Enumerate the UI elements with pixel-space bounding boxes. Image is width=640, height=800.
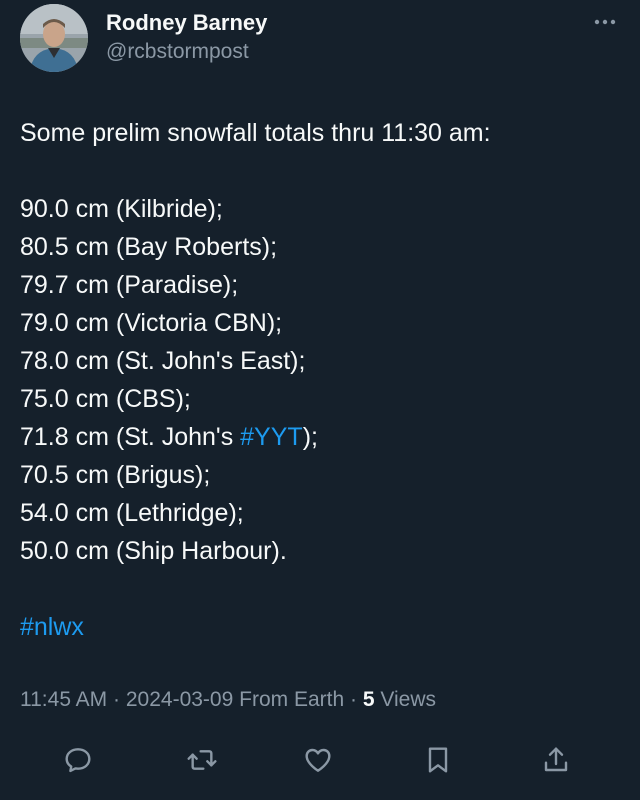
- retweet-button[interactable]: [182, 740, 222, 780]
- share-icon: [544, 747, 568, 772]
- bookmark-icon: [428, 747, 448, 773]
- tweet-time[interactable]: 11:45 AM: [20, 688, 107, 711]
- more-options-button[interactable]: [590, 12, 620, 32]
- meta-separator: ·: [350, 688, 357, 711]
- author-handle[interactable]: @rcbstormpost: [106, 40, 249, 64]
- snowfall-total-line: 80.5 cm (Bay Roberts);: [20, 233, 278, 261]
- snowfall-total-line: 71.8 cm (St. John's #YYT);: [20, 418, 620, 456]
- views-count: 5: [362, 688, 375, 711]
- snowfall-total-line: 75.0 cm (CBS);: [20, 385, 191, 413]
- snowfall-total-line: 54.0 cm (Lethridge);: [20, 499, 244, 527]
- snowfall-total-line: 79.7 cm (Paradise);: [20, 271, 239, 299]
- snowfall-total-text: );: [302, 423, 318, 451]
- tweet-footer-line: #nlwx: [20, 608, 620, 646]
- share-button[interactable]: [536, 740, 576, 780]
- snowfall-total-line: 78.0 cm (St. John's East);: [20, 347, 306, 375]
- tweet-source: From Earth: [239, 688, 345, 711]
- reply-icon: [65, 748, 91, 773]
- reply-button[interactable]: [58, 740, 98, 780]
- tweet-actions: [0, 740, 640, 780]
- like-button[interactable]: [298, 740, 338, 780]
- author-name[interactable]: Rodney Barney: [106, 10, 267, 36]
- tweet-intro: Some prelim snowfall totals thru 11:30 a…: [20, 119, 491, 147]
- tweet-date[interactable]: 2024-03-09: [126, 688, 233, 711]
- hashtag-link[interactable]: #nlwx: [20, 613, 84, 641]
- retweet-icon: [187, 750, 217, 770]
- snowfall-total-line: 90.0 cm (Kilbride);: [20, 195, 223, 223]
- snowfall-total-line: 79.0 cm (Victoria CBN);: [20, 309, 283, 337]
- views-label: Views: [380, 688, 437, 711]
- like-icon: [305, 748, 331, 772]
- snowfall-total-line: 70.5 cm (Brigus);: [20, 461, 211, 489]
- avatar[interactable]: [20, 4, 88, 72]
- tweet-text: Some prelim snowfall totals thru 11:30 a…: [20, 114, 620, 646]
- tweet-header: Rodney Barney @rcbstormpost: [20, 4, 620, 76]
- hashtag-link[interactable]: #YYT: [240, 423, 303, 451]
- snowfall-total-text: 71.8 cm (St. John's: [20, 423, 241, 451]
- meta-separator: ·: [113, 688, 121, 711]
- tweet-meta: 11:45 AM · 2024-03-09 From Earth · 5 Vie…: [20, 688, 436, 712]
- bookmark-button[interactable]: [418, 740, 458, 780]
- more-icon: [594, 19, 616, 25]
- snowfall-total-line: 50.0 cm (Ship Harbour).: [20, 537, 287, 565]
- profile-photo-icon: [20, 4, 88, 72]
